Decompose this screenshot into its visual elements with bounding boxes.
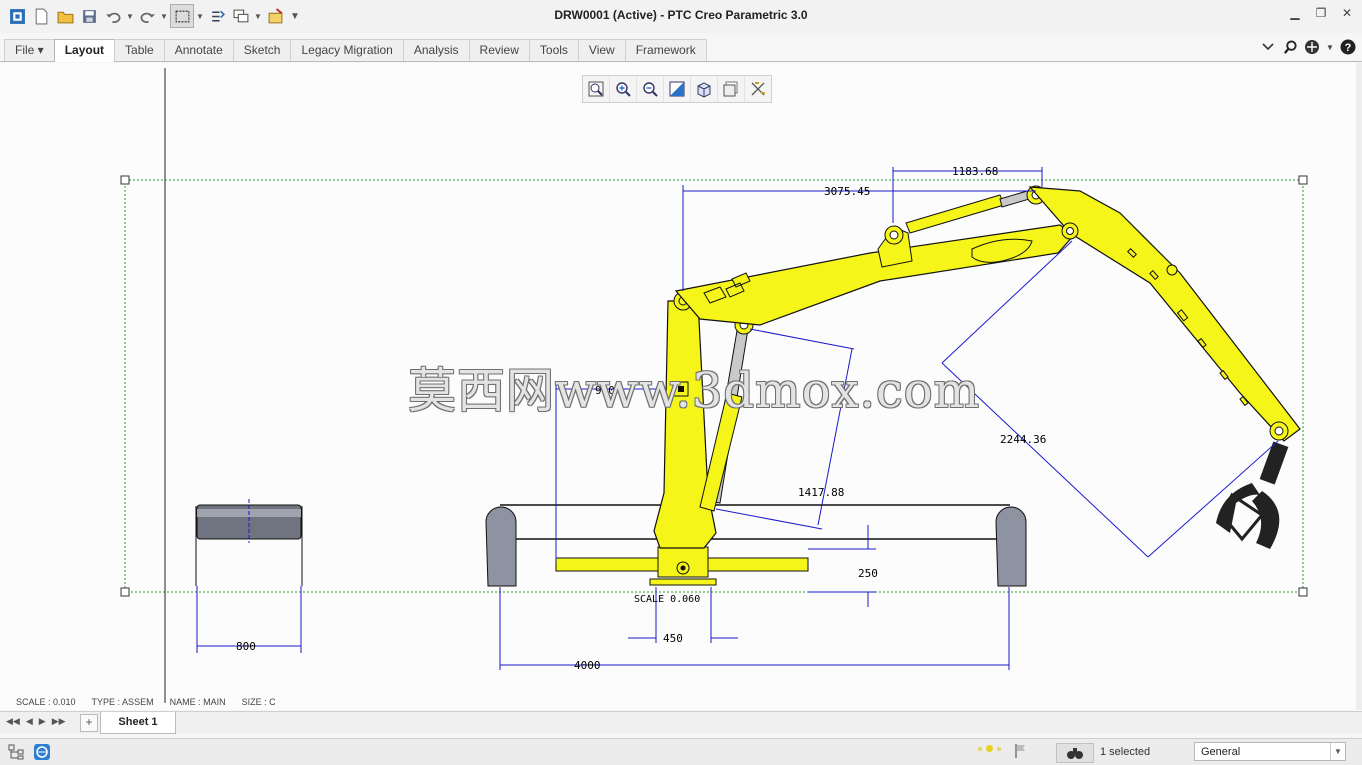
frame-handle: [1298, 175, 1308, 185]
chevron-down-icon[interactable]: ▼: [1330, 743, 1345, 760]
tab-tools[interactable]: Tools: [528, 39, 579, 61]
tab-file[interactable]: File ▾: [4, 39, 55, 61]
main-column: [653, 300, 717, 549]
dimension-1183-label: 1183.68: [952, 165, 998, 178]
zoom-in-icon[interactable]: [610, 76, 637, 102]
window-controls: ▁ ❐ ✕: [1288, 6, 1354, 20]
watermark: 莫西网www.3dmox.com: [408, 363, 981, 419]
search-icon[interactable]: [1282, 39, 1298, 55]
frame-handle: [1298, 587, 1308, 597]
community-dropdown-icon[interactable]: ▼: [1326, 39, 1334, 55]
status-left-tools: [6, 743, 52, 761]
last-sheet-icon[interactable]: ▶▶: [52, 716, 66, 727]
status-bar: 1 selected General ▼: [0, 738, 1362, 765]
window-title: DRW0001 (Active) - PTC Creo Parametric 3…: [554, 8, 808, 22]
tab-view[interactable]: View: [577, 39, 626, 61]
selection-filter-value: General: [1201, 746, 1241, 758]
status-dot-icon: [997, 746, 1001, 751]
zoom-out-icon[interactable]: [637, 76, 664, 102]
info-type: TYPE : ASSEM: [91, 697, 154, 707]
status-dot-icon: [978, 746, 982, 751]
add-sheet-button[interactable]: +: [80, 714, 98, 732]
restore-icon[interactable]: ❐: [1314, 6, 1328, 20]
tab-review[interactable]: Review: [468, 39, 530, 61]
selection-count: 1 selected: [1100, 746, 1151, 758]
next-sheet-icon[interactable]: ▶: [39, 716, 46, 727]
info-size: SIZE : C: [241, 697, 276, 707]
column-base: [649, 546, 717, 586]
title-bar: ▼ ▼ ▼ ▼ ▼ DRW0001 (Active) - PTC Creo Pa…: [0, 0, 1362, 33]
regeneration-status: [978, 745, 1001, 752]
dimension-3075-label: 3075.45: [824, 185, 870, 198]
ribbon: File ▾ Layout Table Annotate Sketch Lega…: [0, 37, 1362, 62]
dimension-2244-label: 2244.36: [1000, 433, 1046, 446]
info-scale: SCALE : 0.010: [16, 697, 76, 707]
dimension-4000-label: 4000: [574, 659, 601, 672]
tab-legacy-migration[interactable]: Legacy Migration: [290, 39, 404, 61]
dimension-250-label: 250: [858, 567, 878, 580]
frame-handle: [120, 587, 130, 597]
vertical-scrollbar[interactable]: [1356, 63, 1362, 710]
minimize-icon[interactable]: ▁: [1288, 6, 1302, 20]
graphics-window[interactable]: 800 1183.68 3075.45 900 1417.88 2244.36 …: [0, 63, 1362, 710]
annotation-display-icon[interactable]: [745, 76, 771, 102]
close-icon[interactable]: ✕: [1340, 6, 1354, 20]
status-dot-icon: [986, 745, 993, 752]
previous-sheet-icon[interactable]: ◀: [26, 716, 33, 727]
first-sheet-icon[interactable]: ◀◀: [6, 716, 20, 727]
sheet-navigation: ◀◀ ◀ ▶ ▶▶: [6, 716, 66, 727]
selection-filter-select[interactable]: General ▼: [1194, 742, 1346, 761]
tab-analysis[interactable]: Analysis: [402, 39, 470, 61]
tab-layout[interactable]: Layout: [53, 39, 116, 62]
tab-sheet-1[interactable]: Sheet 1: [100, 712, 176, 734]
tab-annotate[interactable]: Annotate: [163, 39, 234, 61]
community-icon[interactable]: [1304, 39, 1320, 55]
dimension-1417-label: 1417.88: [798, 486, 844, 499]
graphics-toolbar: [582, 75, 772, 103]
info-name: NAME : MAIN: [169, 697, 226, 707]
dimension-450-label: 450: [663, 632, 683, 645]
sheet-tab-bar: ◀◀ ◀ ▶ ▶▶ + Sheet 1: [0, 711, 1362, 734]
base-rails: [485, 504, 1027, 587]
minimize-ribbon-icon[interactable]: [1260, 39, 1276, 55]
refit-icon[interactable]: [583, 76, 610, 102]
frame-handle: [120, 175, 130, 185]
side-view-cylinder: [195, 499, 303, 586]
ribbon-tabs: File ▾ Layout Table Annotate Sketch Lega…: [4, 39, 707, 62]
sheet-info: SCALE : 0.010 TYPE : ASSEM NAME : MAIN S…: [16, 697, 276, 707]
browser-toggle-icon[interactable]: [32, 743, 52, 761]
saved-views-icon[interactable]: [718, 76, 745, 102]
model-tree-toggle-icon[interactable]: [6, 743, 26, 761]
dimension-800-label: 800: [236, 640, 256, 653]
svg-text:?: ?: [1345, 42, 1352, 54]
display-style-icon[interactable]: [691, 76, 718, 102]
flag-icon[interactable]: [1014, 743, 1028, 762]
view-scale-note: SCALE 0.060: [634, 594, 700, 605]
tab-table[interactable]: Table: [114, 39, 165, 61]
outer-boom-cylinder: [905, 185, 1046, 234]
tab-sketch[interactable]: Sketch: [232, 39, 292, 61]
ribbon-right-tools: ▼ ?: [1260, 39, 1356, 55]
tab-framework[interactable]: Framework: [624, 39, 707, 61]
help-icon[interactable]: ?: [1340, 39, 1356, 55]
repaint-icon[interactable]: [664, 76, 691, 102]
find-binoculars-icon[interactable]: [1056, 743, 1094, 763]
